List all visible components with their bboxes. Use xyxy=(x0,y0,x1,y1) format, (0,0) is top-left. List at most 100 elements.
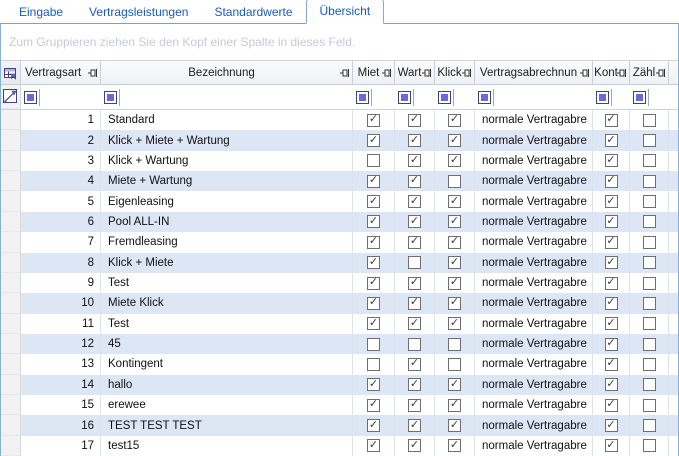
wart-checkbox[interactable] xyxy=(408,175,421,188)
klick-checkbox[interactable] xyxy=(448,195,461,208)
tab-vertragsleistungen[interactable]: Vertragsleistungen xyxy=(76,1,201,23)
column-header-kont[interactable]: Kont xyxy=(593,61,630,84)
zaehl-checkbox[interactable] xyxy=(643,114,656,127)
cell-bezeichnung[interactable]: Klick + Miete xyxy=(101,253,353,273)
kont-checkbox[interactable] xyxy=(605,175,618,188)
header-corner-cell[interactable] xyxy=(1,61,21,84)
cell-bezeichnung[interactable]: Fremdleasing xyxy=(101,232,353,252)
miet-checkbox[interactable] xyxy=(367,236,380,249)
cell-vertragsabrechnung[interactable]: normale Vertragabre xyxy=(475,273,593,293)
klick-checkbox[interactable] xyxy=(448,358,461,371)
pin-icon[interactable] xyxy=(88,68,98,78)
kont-checkbox[interactable] xyxy=(605,277,618,290)
cell-vertragsabrechnung[interactable]: normale Vertragabre xyxy=(475,130,593,150)
cell-vertragsart[interactable]: 12 xyxy=(21,334,101,354)
cell-bezeichnung[interactable]: erewee xyxy=(101,395,353,415)
cell-vertragsabrechnung[interactable]: normale Vertragabre xyxy=(475,151,593,171)
klick-checkbox[interactable] xyxy=(448,215,461,228)
wart-checkbox[interactable] xyxy=(408,195,421,208)
cell-bezeichnung[interactable]: TEST TEST TEST xyxy=(101,415,353,435)
cell-vertragsabrechnung[interactable]: normale Vertragabre xyxy=(475,253,593,273)
cell-bezeichnung[interactable]: Miete Klick xyxy=(101,293,353,313)
miet-checkbox[interactable] xyxy=(367,317,380,330)
zaehl-checkbox[interactable] xyxy=(643,358,656,371)
filter-button-zaehl[interactable] xyxy=(633,91,646,104)
cell-vertragsart[interactable]: 16 xyxy=(21,415,101,435)
zaehl-checkbox[interactable] xyxy=(643,378,656,391)
cell-vertragsart[interactable]: 14 xyxy=(21,375,101,395)
kont-checkbox[interactable] xyxy=(605,215,618,228)
miet-checkbox[interactable] xyxy=(367,195,380,208)
column-header-zaehl[interactable]: Zähl xyxy=(630,61,669,84)
miet-checkbox[interactable] xyxy=(367,256,380,269)
cell-vertragsabrechnung[interactable]: normale Vertragabre xyxy=(475,293,593,313)
row-indicator[interactable] xyxy=(1,212,21,232)
zaehl-checkbox[interactable] xyxy=(643,215,656,228)
kont-checkbox[interactable] xyxy=(605,256,618,269)
cell-vertragsabrechnung[interactable]: normale Vertragabre xyxy=(475,232,593,252)
wart-checkbox[interactable] xyxy=(408,358,421,371)
cell-vertragsabrechnung[interactable]: normale Vertragabre xyxy=(475,415,593,435)
zaehl-checkbox[interactable] xyxy=(643,338,656,351)
miet-checkbox[interactable] xyxy=(367,114,380,127)
cell-vertragsabrechnung[interactable]: normale Vertragabre xyxy=(475,375,593,395)
kont-checkbox[interactable] xyxy=(605,297,618,310)
miet-checkbox[interactable] xyxy=(367,297,380,310)
miet-checkbox[interactable] xyxy=(367,154,380,167)
kont-checkbox[interactable] xyxy=(605,134,618,147)
klick-checkbox[interactable] xyxy=(448,338,461,351)
wart-checkbox[interactable] xyxy=(408,297,421,310)
row-indicator[interactable] xyxy=(1,232,21,252)
cell-vertragsart[interactable]: 10 xyxy=(21,293,101,313)
column-header-klick[interactable]: Klick xyxy=(435,61,475,84)
miet-checkbox[interactable] xyxy=(367,419,380,432)
klick-checkbox[interactable] xyxy=(448,317,461,330)
cell-vertragsart[interactable]: 1 xyxy=(21,110,101,130)
cell-vertragsabrechnung[interactable]: normale Vertragabre xyxy=(475,191,593,211)
wart-checkbox[interactable] xyxy=(408,134,421,147)
row-indicator[interactable] xyxy=(1,151,21,171)
row-indicator[interactable] xyxy=(1,273,21,293)
pin-icon[interactable] xyxy=(580,68,590,78)
tab-uebersicht[interactable]: Übersicht xyxy=(306,0,385,24)
row-indicator[interactable] xyxy=(1,130,21,150)
klick-checkbox[interactable] xyxy=(448,134,461,147)
filter-button-klick[interactable] xyxy=(438,91,451,104)
wart-checkbox[interactable] xyxy=(408,277,421,290)
kont-checkbox[interactable] xyxy=(605,114,618,127)
cell-vertragsabrechnung[interactable]: normale Vertragabre xyxy=(475,171,593,191)
cell-vertragsart[interactable]: 9 xyxy=(21,273,101,293)
zaehl-checkbox[interactable] xyxy=(643,195,656,208)
column-header-vertragsabrechnung[interactable]: Vertragsabrechnun xyxy=(475,61,593,84)
zaehl-checkbox[interactable] xyxy=(643,236,656,249)
cell-bezeichnung[interactable]: Pool ALL-IN xyxy=(101,212,353,232)
pin-icon[interactable] xyxy=(340,68,350,78)
miet-checkbox[interactable] xyxy=(367,134,380,147)
cell-bezeichnung[interactable]: Kontingent xyxy=(101,354,353,374)
zaehl-checkbox[interactable] xyxy=(643,154,656,167)
cell-vertragsabrechnung[interactable]: normale Vertragabre xyxy=(475,314,593,334)
cell-vertragsabrechnung[interactable]: normale Vertragabre xyxy=(475,110,593,130)
row-indicator[interactable] xyxy=(1,191,21,211)
zaehl-checkbox[interactable] xyxy=(643,399,656,412)
cell-vertragsart[interactable]: 15 xyxy=(21,395,101,415)
miet-checkbox[interactable] xyxy=(367,439,380,452)
miet-checkbox[interactable] xyxy=(367,399,380,412)
cell-vertragsabrechnung[interactable]: normale Vertragabre xyxy=(475,334,593,354)
row-indicator[interactable] xyxy=(1,293,21,313)
klick-checkbox[interactable] xyxy=(448,378,461,391)
wart-checkbox[interactable] xyxy=(408,419,421,432)
cell-bezeichnung[interactable]: Standard xyxy=(101,110,353,130)
wart-checkbox[interactable] xyxy=(408,154,421,167)
pin-icon[interactable] xyxy=(617,68,627,78)
kont-checkbox[interactable] xyxy=(605,236,618,249)
row-indicator[interactable] xyxy=(1,334,21,354)
klick-checkbox[interactable] xyxy=(448,256,461,269)
zaehl-checkbox[interactable] xyxy=(643,134,656,147)
cell-vertragsabrechnung[interactable]: normale Vertragabre xyxy=(475,212,593,232)
miet-checkbox[interactable] xyxy=(367,378,380,391)
cell-vertragsart[interactable]: 5 xyxy=(21,191,101,211)
filter-button-kont[interactable] xyxy=(596,91,609,104)
column-header-wart[interactable]: Wart xyxy=(395,61,435,84)
row-indicator[interactable] xyxy=(1,314,21,334)
